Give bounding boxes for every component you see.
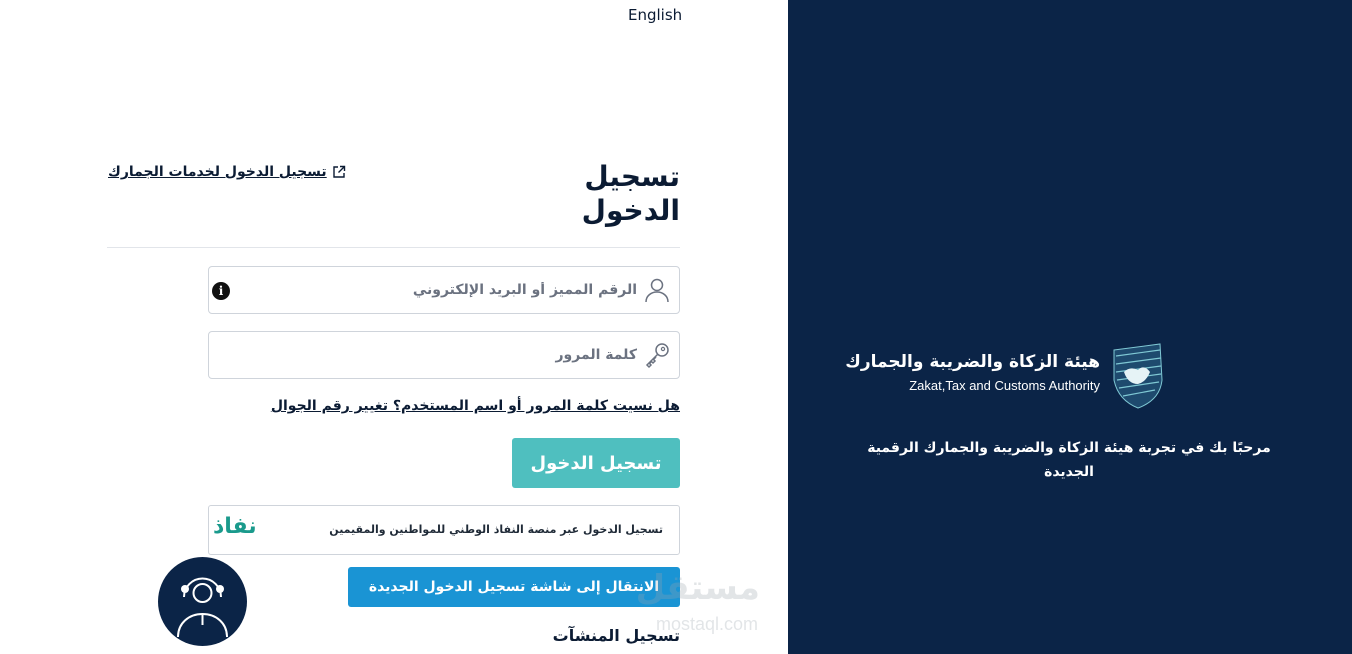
logo-arabic-name: هيئة الزكاة والضريبة والجمارك bbox=[845, 352, 1100, 372]
welcome-message: مرحبًا بك في تجربة هيئة الزكاة والضريبة … bbox=[867, 440, 1271, 480]
username-input[interactable] bbox=[245, 277, 637, 303]
title-divider bbox=[107, 247, 680, 248]
key-icon bbox=[645, 343, 669, 369]
establishments-heading: تسجيل المنشآت bbox=[552, 626, 680, 645]
customs-login-label: تسجيل الدخول لخدمات الجمارك bbox=[108, 164, 327, 180]
authority-logo: هيئة الزكاة والضريبة والجمارك Zakat,Tax … bbox=[845, 340, 1228, 410]
external-link-icon bbox=[333, 165, 345, 178]
password-field[interactable] bbox=[208, 331, 680, 379]
login-button[interactable]: تسجيل الدخول bbox=[512, 438, 680, 488]
support-chat-button[interactable] bbox=[158, 557, 247, 646]
language-toggle-link[interactable]: English bbox=[628, 6, 682, 24]
new-login-screen-button[interactable]: الانتقال إلى شاشة تسجيل الدخول الجديدة bbox=[348, 567, 680, 607]
authority-emblem-icon bbox=[1113, 343, 1163, 409]
nafath-logo: نفاذ bbox=[213, 514, 257, 539]
username-field[interactable]: i bbox=[208, 266, 680, 314]
nafath-login-option[interactable]: تسجيل الدخول عبر منصة النفاذ الوطني للمو… bbox=[208, 505, 680, 555]
customs-login-link[interactable]: تسجيل الدخول لخدمات الجمارك bbox=[108, 164, 348, 180]
info-icon[interactable]: i bbox=[212, 282, 230, 300]
user-icon bbox=[645, 278, 669, 303]
logo-english-name: Zakat,Tax and Customs Authority bbox=[909, 378, 1100, 393]
password-input[interactable] bbox=[245, 342, 637, 368]
page-title: تسجيل الدخول bbox=[581, 160, 680, 227]
nafath-description: تسجيل الدخول عبر منصة النفاذ الوطني للمو… bbox=[329, 523, 663, 536]
forgot-credentials-link[interactable]: هل نسيت كلمة المرور أو اسم المستخدم؟ تغي… bbox=[230, 398, 680, 414]
brand-panel: هيئة الزكاة والضريبة والجمارك Zakat,Tax … bbox=[788, 0, 1352, 654]
support-agent-icon bbox=[177, 577, 228, 638]
